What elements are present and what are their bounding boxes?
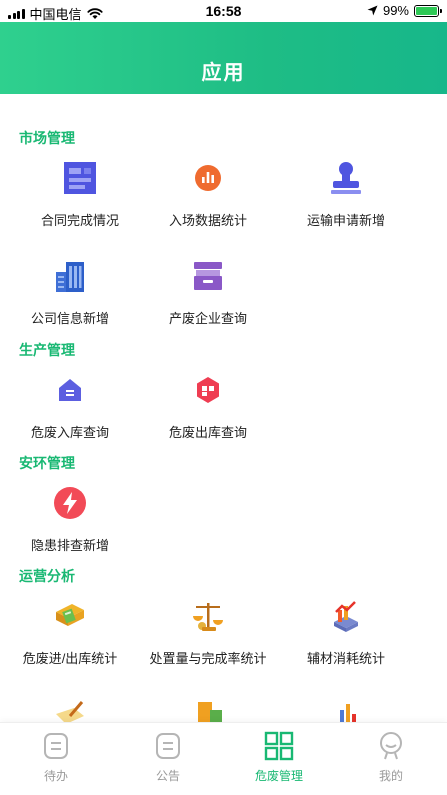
tab-notice[interactable]: 公告 <box>128 731 208 784</box>
app-label: 危废入库查询 <box>30 425 109 440</box>
page-title: 应用 <box>201 62 246 84</box>
app-partial-item-1[interactable] <box>0 694 140 722</box>
app-label: 产废企业查询 <box>168 311 247 326</box>
warehouse-out-icon <box>188 370 228 410</box>
app-warehouse-out-query[interactable]: 危废出库查询 <box>138 370 278 441</box>
entry-stats-icon <box>188 158 228 198</box>
app-contract-completion[interactable]: 合同完成情况 <box>10 158 150 229</box>
section-title-market: 市场管理 <box>19 130 75 146</box>
section-title-safety: 安环管理 <box>19 455 75 471</box>
battery-icon <box>414 4 442 17</box>
app-label: 公司信息新增 <box>30 311 109 326</box>
profile-icon <box>376 731 406 761</box>
app-partial-item-2[interactable] <box>138 694 278 722</box>
battery-percent: 99% <box>382 3 409 18</box>
grid-apps-icon <box>264 731 294 761</box>
app-label: 处置量与完成率统计 <box>149 651 267 666</box>
bottom-tab-bar: 待办 公告 危废管理 我的 <box>0 722 447 795</box>
stamp-icon <box>326 158 366 198</box>
app-header: 应用 <box>0 22 447 94</box>
app-hazard-inspection[interactable]: 隐患排查新增 <box>0 483 140 554</box>
app-grid-content[interactable]: 市场管理 合同完成情况 入场数据统计 运输申请新增 公司信息新增 产废企业查询 … <box>0 94 447 722</box>
tab-profile[interactable]: 我的 <box>351 731 431 784</box>
app-label: 危废进/出库统计 <box>22 651 118 666</box>
app-label: 入场数据统计 <box>168 213 247 228</box>
location-arrow-icon <box>367 5 378 16</box>
app-label: 辅材消耗统计 <box>306 651 385 666</box>
bar-growth-icon <box>326 694 366 722</box>
tab-label: 公告 <box>155 769 180 783</box>
notice-icon <box>153 731 183 761</box>
warehouse-in-icon <box>50 370 90 410</box>
balance-scale-icon <box>188 596 228 636</box>
app-label: 隐患排查新增 <box>30 538 109 553</box>
section-title-operations: 运营分析 <box>19 568 75 584</box>
app-disposal-completion-stats[interactable]: 处置量与完成率统计 <box>138 596 278 667</box>
status-bar: 中国电信 16:58 99% <box>0 0 447 22</box>
building-icon <box>50 256 90 296</box>
tab-label: 危废管理 <box>254 769 303 783</box>
materials-chart-icon <box>326 596 366 636</box>
app-company-info[interactable]: 公司信息新增 <box>0 256 140 327</box>
app-waste-in-out-stats[interactable]: 危废进/出库统计 <box>0 596 140 667</box>
app-label: 运输申请新增 <box>306 213 385 228</box>
tab-hazardous-waste[interactable]: 危废管理 <box>239 731 319 784</box>
lightning-alert-icon <box>50 483 90 523</box>
ledger-calculator-icon <box>50 596 90 636</box>
app-warehouse-in-query[interactable]: 危废入库查询 <box>0 370 140 441</box>
section-title-production: 生产管理 <box>19 342 75 358</box>
app-label: 危废出库查询 <box>168 425 247 440</box>
contract-board-icon <box>60 158 100 198</box>
app-waste-enterprise-query[interactable]: 产废企业查询 <box>138 256 278 327</box>
todo-icon <box>41 731 71 761</box>
app-label: 合同完成情况 <box>40 213 119 228</box>
tab-todo[interactable]: 待办 <box>16 731 96 784</box>
tab-label: 待办 <box>43 769 68 783</box>
tab-label: 我的 <box>378 769 403 783</box>
app-partial-item-3[interactable] <box>276 694 416 722</box>
app-entry-statistics[interactable]: 入场数据统计 <box>138 158 278 229</box>
status-right: 99% <box>367 3 442 18</box>
notebook-pen-icon <box>50 694 90 722</box>
app-auxiliary-material-stats[interactable]: 辅材消耗统计 <box>276 596 416 667</box>
money-stack-icon <box>188 694 228 722</box>
app-transport-application[interactable]: 运输申请新增 <box>276 158 416 229</box>
archive-box-icon <box>188 256 228 296</box>
